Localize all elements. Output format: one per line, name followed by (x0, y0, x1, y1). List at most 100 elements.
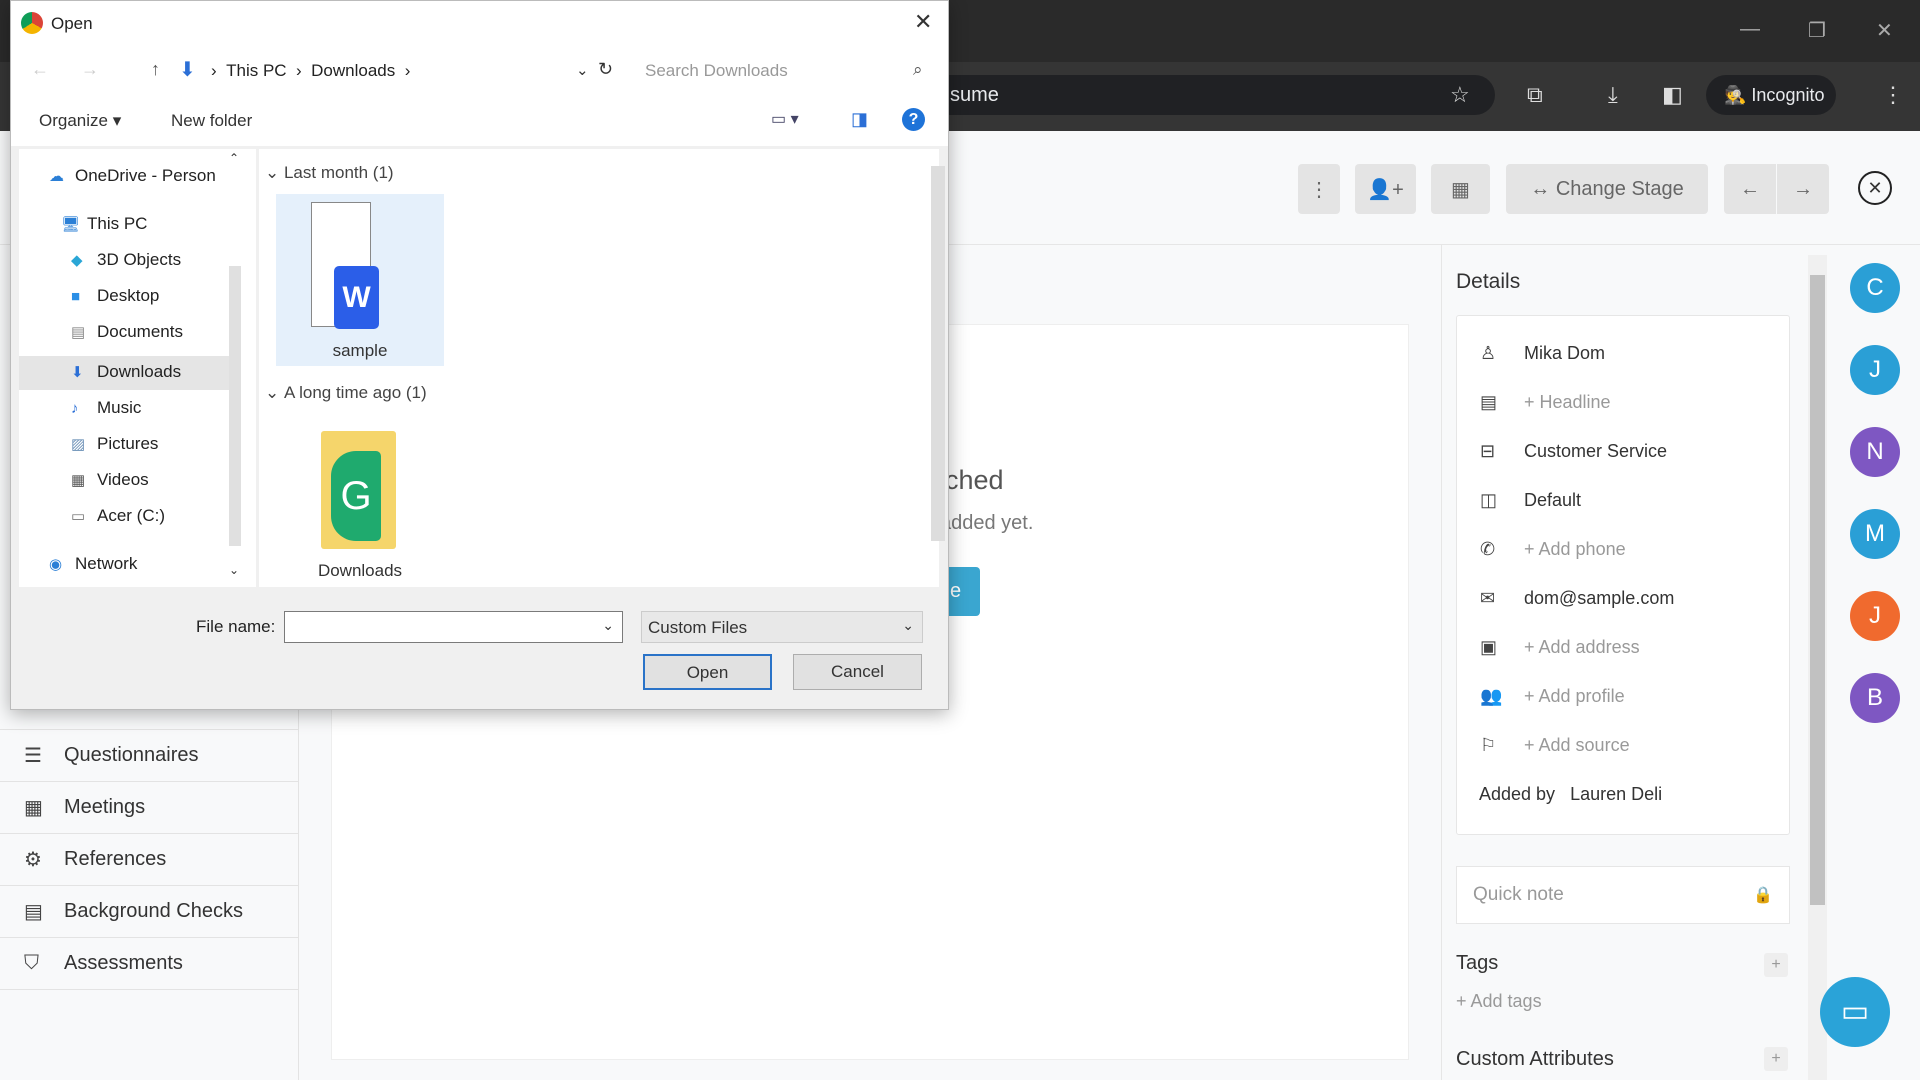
avatar[interactable]: N (1850, 427, 1900, 477)
search-icon: ⌕ (913, 60, 923, 79)
nav-item-label: OneDrive - Person (75, 166, 216, 185)
detail-row[interactable]: ▣ + Add address (1480, 632, 1640, 662)
search-input[interactable]: Search Downloads ⌕ (641, 57, 938, 87)
sidebar-item-label: References (64, 848, 167, 870)
cancel-button[interactable]: Cancel (793, 654, 922, 690)
file-list-scrollbar[interactable] (931, 166, 945, 541)
nav-item[interactable]: ☁ OneDrive - Person (49, 161, 239, 191)
document-icon: ▤ (71, 324, 86, 341)
sidebar-item-background-checks[interactable]: ▤ Background Checks (0, 886, 299, 938)
chat-launcher-button[interactable]: ▭ (1820, 977, 1890, 1047)
address-bar[interactable]: sume (900, 75, 1495, 115)
change-stage-button[interactable]: ↔ Change Stage (1506, 164, 1708, 214)
nav-item[interactable]: 🖥 This PC (61, 209, 251, 239)
sidebar-item-meetings[interactable]: ▦ Meetings (0, 782, 299, 834)
add-person-button[interactable]: 👤+ (1355, 164, 1416, 214)
detail-row[interactable]: ✆ + Add phone (1480, 534, 1626, 564)
minimize-icon[interactable]: — (1740, 18, 1760, 41)
nav-item[interactable]: ▤ Documents (71, 317, 261, 347)
file-item-sample[interactable]: W sample (276, 194, 444, 366)
browser-menu-icon[interactable]: ⋮ (1882, 82, 1904, 108)
nav-item[interactable]: ⬇ Downloads (71, 357, 261, 387)
more-button[interactable]: ⋮ (1298, 164, 1340, 214)
refresh-icon[interactable]: ↻ (598, 59, 613, 80)
nav-item[interactable]: ◉ Network (49, 549, 239, 579)
back-icon[interactable]: ← (31, 59, 49, 80)
avatar[interactable]: M (1850, 509, 1900, 559)
schedule-button[interactable]: ▦ (1431, 164, 1490, 214)
detail-row[interactable]: ▤ + Headline (1480, 387, 1611, 417)
gear-icon: ⚙ (24, 849, 42, 871)
history-dropdown-icon[interactable]: ⌄ (576, 61, 589, 79)
group-last-month[interactable]: ⌄ Last month (1) (265, 163, 394, 183)
add-tags-link[interactable]: + Add tags (1456, 991, 1542, 1012)
group-long-time-ago[interactable]: ⌄ A long time ago (1) (265, 383, 427, 403)
extensions-icon[interactable]: ⧉ (1527, 82, 1543, 108)
organize-menu[interactable]: Organize ▾ (39, 111, 121, 131)
new-folder-button[interactable]: New folder (171, 111, 252, 131)
detail-row[interactable]: ♙ Mika Dom (1480, 338, 1605, 368)
folder-item-downloads[interactable]: G Downloads (276, 421, 444, 586)
nav-item[interactable]: ♪ Music (71, 393, 261, 423)
file-name-text[interactable] (285, 612, 585, 640)
tags-title: Tags (1456, 952, 1499, 974)
avatar[interactable]: J (1850, 345, 1900, 395)
detail-row[interactable]: ⚐ + Add source (1480, 730, 1630, 760)
detail-row[interactable]: ◫ Default (1480, 485, 1581, 515)
detail-text: Mika Dom (1524, 342, 1606, 363)
chevron-down-icon[interactable]: ⌄ (602, 617, 614, 634)
nav-item[interactable]: ▭ Acer (C:) (71, 501, 261, 531)
nav-item[interactable]: ◆ 3D Objects (71, 245, 261, 275)
nav-item[interactable]: ■ Desktop (71, 281, 261, 311)
chat-icon: ▭ (1840, 995, 1870, 1028)
file-name-input[interactable]: ⌄ (284, 611, 623, 643)
next-button[interactable]: → (1777, 164, 1829, 214)
quick-note-field[interactable]: Quick note 🔒 (1456, 866, 1790, 924)
detail-row[interactable]: ⊟ Customer Service (1480, 436, 1667, 466)
address-text: sume (950, 84, 999, 106)
avatar[interactable]: J (1850, 591, 1900, 641)
newspaper-icon: ▤ (1480, 391, 1498, 412)
scrollbar-thumb[interactable] (1810, 275, 1825, 905)
sidebar-item-label: Questionnaires (64, 744, 199, 766)
download-icon[interactable]: ⤓ (1608, 82, 1618, 108)
calendar-icon: ▦ (24, 797, 43, 819)
bookmark-star-icon[interactable]: ☆ (1450, 82, 1470, 108)
word-icon: W (334, 266, 379, 329)
previous-button[interactable]: ← (1724, 164, 1776, 214)
forward-icon[interactable]: → (81, 59, 99, 80)
help-icon[interactable]: ? (902, 108, 925, 131)
add-attribute-button[interactable]: + (1764, 1047, 1788, 1071)
detail-row[interactable]: ✉ dom@sample.com (1480, 583, 1674, 613)
nav-item-label: Downloads (97, 362, 182, 381)
detail-text: Customer Service (1524, 440, 1668, 461)
address-icon: ▣ (1480, 636, 1498, 657)
avatar[interactable]: C (1850, 263, 1900, 313)
sidebar-item-assessments[interactable]: ⛉ Assessments (0, 938, 299, 990)
window-close-icon[interactable]: ✕ (1876, 18, 1893, 43)
view-options-icon[interactable]: ▭ ▾ (771, 109, 799, 129)
incognito-badge[interactable]: 🕵 Incognito (1706, 75, 1836, 115)
cube-icon: ◆ (71, 252, 83, 269)
side-panel-icon[interactable]: ◧ (1662, 82, 1683, 108)
close-record-button[interactable]: ✕ (1858, 171, 1892, 205)
lock-icon: 🔒 (1753, 887, 1773, 904)
open-button[interactable]: Open (643, 654, 772, 690)
file-type-select[interactable]: Custom Files ⌄ (641, 611, 923, 643)
avatar[interactable]: B (1850, 673, 1900, 723)
preview-pane-icon[interactable]: ◨ (851, 109, 868, 130)
download-icon: ⬇ (71, 364, 84, 381)
nav-item[interactable]: ▦ Videos (71, 465, 261, 495)
nav-item[interactable]: ▨ Pictures (71, 429, 261, 459)
restore-icon[interactable]: ❐ (1808, 18, 1826, 43)
arrow-left-icon: ← (1740, 177, 1760, 200)
up-icon[interactable]: ↑ (151, 59, 160, 80)
breadcrumb-downloads[interactable]: Downloads (311, 61, 395, 80)
sidebar-item-references[interactable]: ⚙ References (0, 834, 299, 886)
breadcrumb-this-pc[interactable]: This PC (226, 61, 286, 80)
detail-text: + Headline (1524, 391, 1611, 412)
add-tag-button[interactable]: + (1764, 953, 1788, 977)
dialog-close-icon[interactable]: ✕ (914, 9, 932, 35)
sidebar-item-questionnaires[interactable]: ☰ Questionnaires (0, 730, 299, 782)
detail-row[interactable]: 👥 + Add profile (1480, 681, 1625, 711)
